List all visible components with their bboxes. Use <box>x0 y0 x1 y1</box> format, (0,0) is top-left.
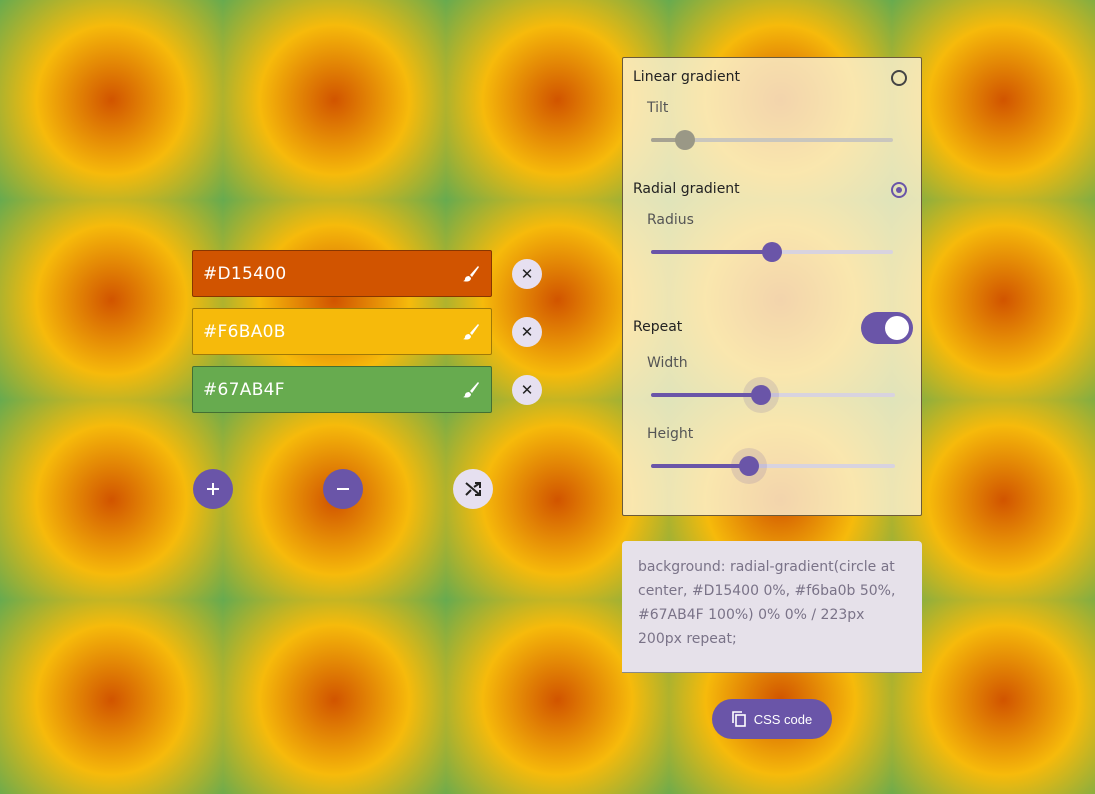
copy-css-label: CSS code <box>753 711 813 727</box>
brush-icon[interactable] <box>451 367 491 412</box>
linear-gradient-label: Linear gradient <box>633 69 740 85</box>
repeat-toggle[interactable] <box>861 312 913 344</box>
remove-color-button[interactable] <box>323 469 363 509</box>
height-label: Height <box>647 426 694 442</box>
radius-label: Radius <box>647 212 694 228</box>
radial-gradient-radio[interactable] <box>891 182 907 198</box>
radius-slider[interactable] <box>651 242 893 262</box>
width-slider-fill <box>651 393 761 397</box>
shuffle-button[interactable] <box>453 469 493 509</box>
tilt-slider-thumb[interactable] <box>674 130 695 150</box>
close-icon: ✕ <box>520 382 534 399</box>
close-icon: ✕ <box>520 324 534 341</box>
brush-icon[interactable] <box>451 251 491 296</box>
color-swatch-3[interactable]: #67AB4F <box>192 366 492 413</box>
tilt-slider[interactable] <box>651 130 893 150</box>
color-swatch-1[interactable]: #D15400 <box>192 250 492 297</box>
brush-icon[interactable] <box>451 309 491 354</box>
width-slider-thumb[interactable] <box>750 385 771 405</box>
radius-slider-fill <box>651 250 772 254</box>
height-slider-fill <box>651 464 749 468</box>
remove-color-3-button[interactable]: ✕ <box>512 375 542 405</box>
shuffle-icon <box>465 482 481 496</box>
color-swatch-2[interactable]: #F6BA0B <box>192 308 492 355</box>
radial-gradient-label: Radial gradient <box>633 181 740 197</box>
linear-gradient-radio[interactable] <box>891 70 907 86</box>
tilt-label: Tilt <box>647 100 669 116</box>
width-label: Width <box>647 355 688 371</box>
color-hex-value[interactable]: #67AB4F <box>203 380 451 400</box>
radius-slider-thumb[interactable] <box>762 242 782 262</box>
add-color-button[interactable] <box>193 469 233 509</box>
color-hex-value[interactable]: #F6BA0B <box>203 322 451 342</box>
close-icon: ✕ <box>520 266 534 283</box>
remove-color-1-button[interactable]: ✕ <box>512 259 542 289</box>
height-slider-thumb[interactable] <box>738 456 759 476</box>
width-slider[interactable] <box>651 385 895 405</box>
remove-color-2-button[interactable]: ✕ <box>512 317 542 347</box>
copy-css-button[interactable]: CSS code <box>712 699 832 739</box>
minus-icon <box>337 488 349 490</box>
color-hex-value[interactable]: #D15400 <box>203 264 451 284</box>
css-code-textarea[interactable]: background: radial-gradient(circle at ce… <box>622 541 922 673</box>
copy-icon <box>731 711 746 727</box>
repeat-label: Repeat <box>633 319 683 335</box>
gradient-settings-panel: Linear gradient Tilt Radial gradient Rad… <box>622 57 922 516</box>
plus-icon <box>207 483 219 495</box>
toggle-knob <box>885 316 909 340</box>
height-slider[interactable] <box>651 456 895 476</box>
